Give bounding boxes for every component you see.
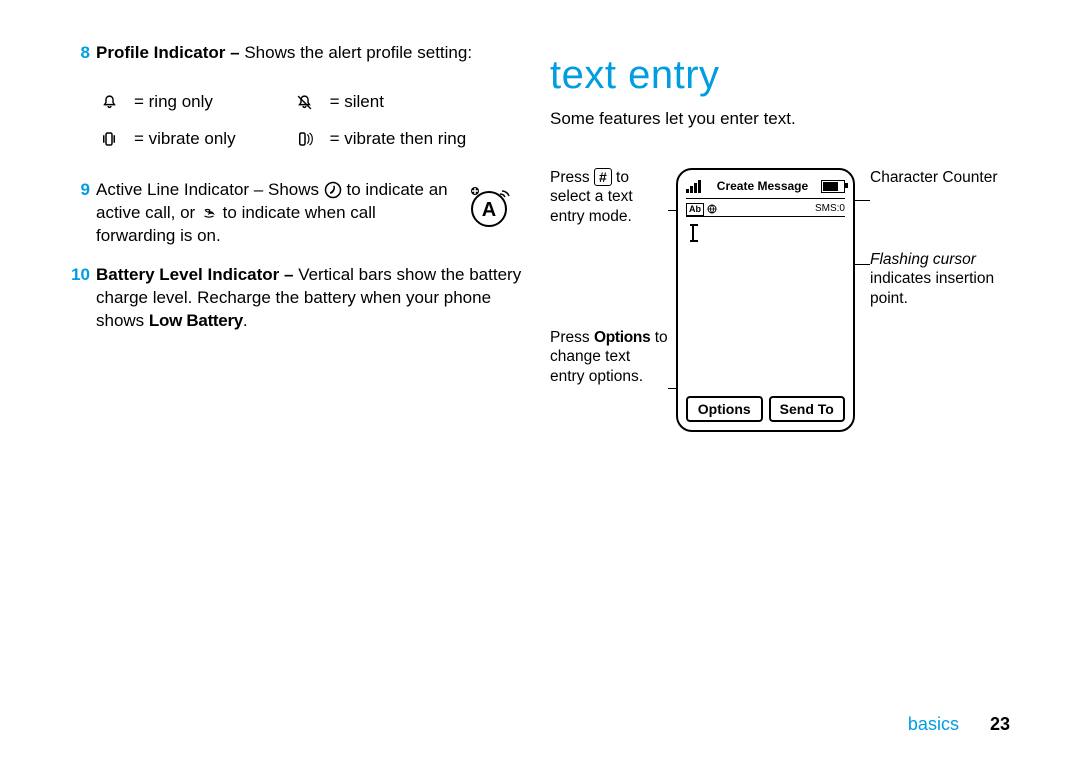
bell-icon: [98, 91, 120, 114]
feature-icon: A: [466, 183, 512, 229]
profile-ring-only: = ring only: [134, 85, 248, 120]
vibrate-icon: [98, 128, 120, 151]
item-desc: Shows the alert profile setting:: [240, 43, 472, 62]
text-area: [686, 216, 845, 392]
callout-italic: Flashing cursor: [870, 251, 976, 268]
callout-text: Press: [550, 329, 594, 346]
bell-slash-icon: [294, 91, 316, 114]
phone-mock: Create Message Ab SMS:0 Options Send To: [676, 168, 855, 432]
svg-text:A: A: [482, 199, 496, 221]
item-number: 9: [62, 179, 96, 248]
profile-vibrate-only: = vibrate only: [134, 122, 248, 157]
text-entry-diagram: Press # to select a text entry mode. Pre…: [550, 160, 1020, 450]
item-number: 10: [62, 264, 96, 333]
page-number: 23: [990, 714, 1010, 734]
callout-bold: Options: [594, 329, 650, 346]
item-number: 8: [62, 42, 96, 65]
softkey-send-to: Send To: [769, 396, 846, 422]
softkey-options: Options: [686, 396, 763, 422]
hash-key-icon: #: [594, 168, 612, 186]
callout-cursor: Flashing cursor indicates insertion poin…: [870, 250, 1000, 308]
section-intro: Some features let you enter text.: [550, 108, 1020, 131]
entry-mode-indicator: Ab: [686, 203, 704, 216]
page-footer: basics 23: [908, 712, 1010, 736]
item-label: Profile Indicator –: [96, 43, 240, 62]
signal-icon: [686, 179, 704, 193]
profile-silent: = silent: [330, 85, 479, 120]
footer-section: basics: [908, 714, 959, 734]
sms-counter: SMS:0: [815, 202, 845, 216]
item-label: Battery Level Indicator –: [96, 265, 293, 284]
battery-icon: [821, 180, 845, 193]
callout-text: Press: [550, 169, 594, 186]
callout-char-counter: Character Counter: [870, 168, 1000, 187]
callout-options: Press Options to change text entry optio…: [550, 328, 668, 386]
item-desc-a: Shows: [263, 180, 323, 199]
list-item-8: 8 Profile Indicator – Shows the alert pr…: [62, 42, 522, 65]
callout-text: indicates insertion point.: [870, 270, 994, 306]
forward-icon: [200, 203, 223, 222]
profile-table: = ring only = silent = vibrate only: [96, 83, 480, 159]
section-heading: text entry: [550, 48, 1020, 102]
globe-icon: [707, 202, 717, 216]
cursor-icon: [692, 225, 694, 241]
list-item-10: 10 Battery Level Indicator – Vertical ba…: [62, 264, 522, 333]
screen-title: Create Message: [704, 178, 821, 194]
callout-entry-mode: Press # to select a text entry mode.: [550, 168, 668, 226]
phone-active-icon: [324, 180, 347, 199]
item-label: Active Line Indicator –: [96, 180, 263, 199]
item-desc-b: .: [243, 311, 248, 330]
profile-vibrate-then-ring: = vibrate then ring: [330, 122, 479, 157]
low-battery-text: Low Battery: [149, 311, 243, 330]
vibrate-ring-icon: [294, 128, 316, 151]
